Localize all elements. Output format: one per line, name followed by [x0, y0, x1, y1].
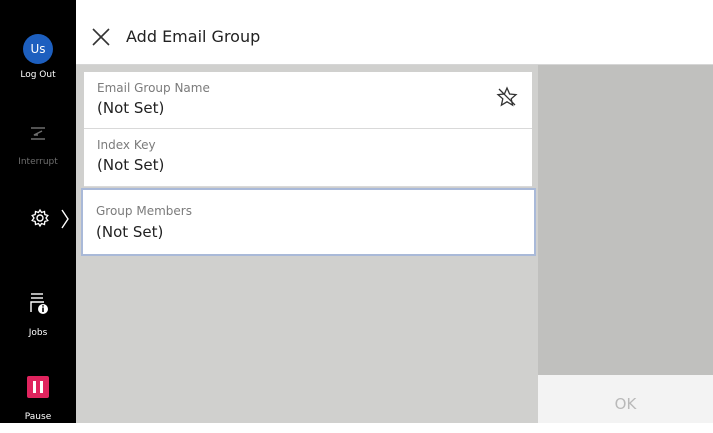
pause-button[interactable] [27, 376, 49, 398]
star-off-icon[interactable] [496, 86, 518, 108]
field-label: Index Key [97, 138, 156, 152]
field-value: (Not Set) [97, 156, 165, 174]
pause-icon-bar-right [40, 381, 43, 393]
left-rail: Us Log Out Interrupt Jobs Pause [0, 0, 76, 423]
field-label: Group Members [96, 204, 192, 218]
pause-icon-bar-left [33, 381, 36, 393]
chevron-right-icon[interactable] [60, 208, 70, 230]
header-bar: Add Email Group [76, 10, 713, 65]
ok-button-label: OK [614, 395, 637, 413]
user-avatar[interactable]: Us [23, 34, 53, 64]
jobs-icon[interactable] [28, 292, 50, 316]
side-panel [538, 65, 713, 375]
ok-button[interactable]: OK [538, 375, 713, 423]
field-value: (Not Set) [97, 99, 165, 117]
close-icon[interactable] [90, 26, 112, 48]
page-title: Add Email Group [126, 27, 261, 46]
interrupt-label[interactable]: Interrupt [0, 157, 76, 167]
field-group-members[interactable]: Group Members (Not Set) [81, 188, 536, 256]
field-value: (Not Set) [96, 223, 164, 241]
interrupt-icon[interactable] [28, 124, 48, 144]
jobs-label[interactable]: Jobs [0, 328, 76, 338]
gear-icon[interactable] [30, 208, 50, 228]
pause-label[interactable]: Pause [0, 412, 76, 422]
field-email-group-name[interactable]: Email Group Name (Not Set) [84, 72, 532, 129]
log-out-label[interactable]: Log Out [0, 70, 76, 80]
field-index-key[interactable]: Index Key (Not Set) [84, 129, 532, 187]
field-label: Email Group Name [97, 81, 210, 95]
